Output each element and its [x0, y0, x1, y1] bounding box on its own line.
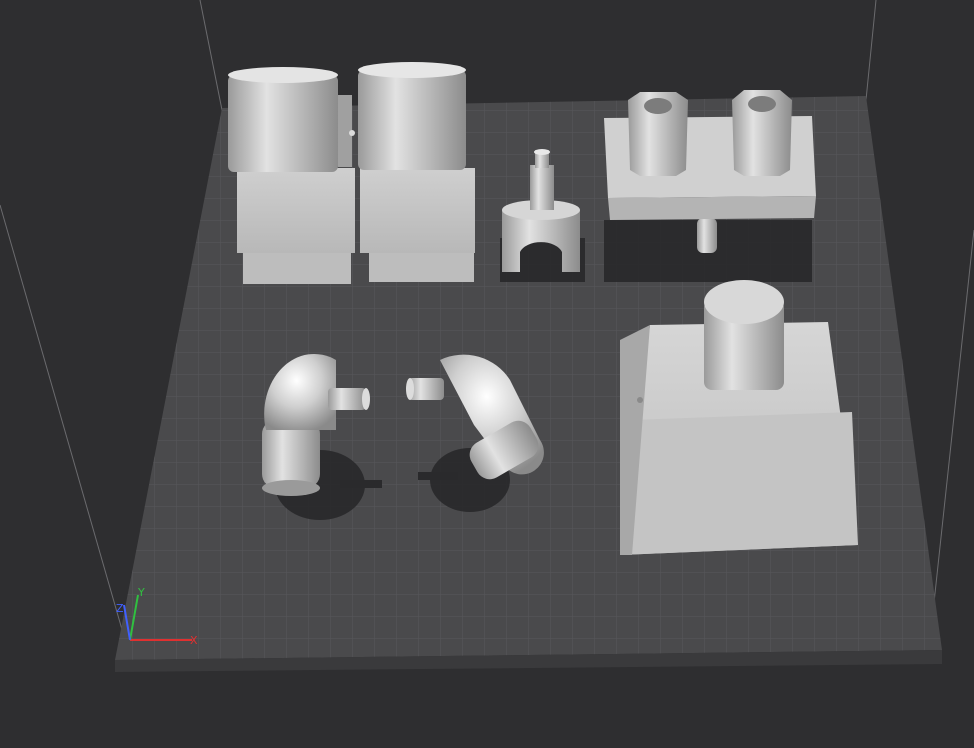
axis-x-label: X — [190, 634, 198, 647]
cylinder-block-left[interactable] — [228, 67, 355, 284]
cylinder-block-right[interactable] — [358, 62, 475, 282]
axis-z-label: Z — [116, 602, 124, 615]
axis-y-label: Y — [137, 586, 145, 599]
3d-viewport[interactable]: X Y Z — [0, 0, 974, 748]
